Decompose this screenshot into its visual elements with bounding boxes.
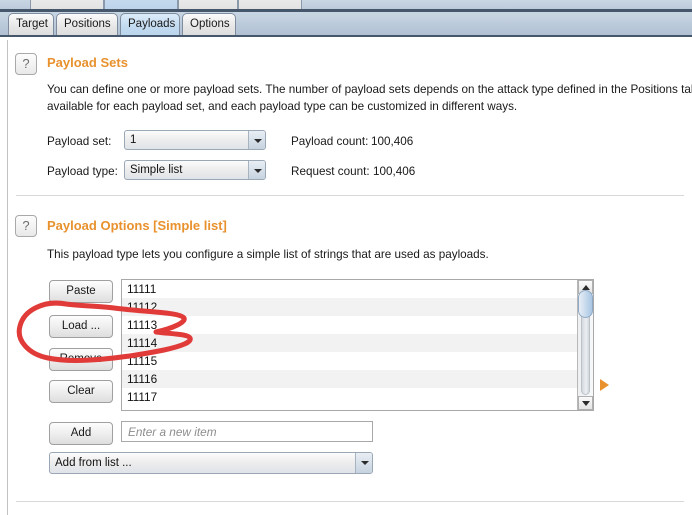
orange-triangle-marker-icon: [600, 379, 609, 391]
payload-sets-title: Payload Sets: [47, 55, 128, 70]
payload-options-description: This payload type lets you configure a s…: [47, 248, 489, 261]
chevron-down-icon[interactable]: [248, 161, 265, 179]
payload-list-item[interactable]: 11113: [122, 316, 593, 334]
payload-list-item[interactable]: 11116: [122, 370, 593, 388]
payload-set-label: Payload set:: [47, 135, 112, 148]
section-divider-2: [16, 501, 684, 502]
payload-options-title: Payload Options [Simple list]: [47, 218, 227, 233]
tab-bar-underline: [0, 35, 692, 37]
tab-positions[interactable]: Positions: [56, 13, 118, 36]
load-button[interactable]: Load ...: [49, 315, 113, 338]
remove-button[interactable]: Remove: [49, 348, 113, 371]
add-from-list-dropdown[interactable]: Add from list ...: [49, 452, 373, 474]
content-frame: ? Payload Sets You can define one or mor…: [7, 40, 692, 515]
scrollbar-thumb[interactable]: [578, 290, 593, 318]
payload-list-item[interactable]: 11112: [122, 298, 593, 316]
payload-list-item[interactable]: 11115: [122, 352, 593, 370]
request-count-value: 100,406: [373, 165, 416, 178]
clear-button[interactable]: Clear: [49, 380, 113, 403]
tab-options[interactable]: Options: [182, 13, 236, 36]
request-count-label: Request count:: [291, 165, 370, 178]
payload-count-label: Payload count:: [291, 135, 369, 148]
tab-target[interactable]: Target: [8, 13, 54, 36]
payload-set-value: 1: [130, 134, 137, 146]
payload-type-value: Simple list: [130, 164, 183, 176]
payload-list-item[interactable]: 11114: [122, 334, 593, 352]
payload-sets-description-line1: You can define one or more payload sets.…: [47, 83, 692, 96]
burp-intruder-payloads-screen: Target Positions Payloads Options ? Payl…: [0, 0, 692, 515]
scroll-down-arrow-icon[interactable]: [578, 396, 593, 410]
payload-options-help-icon[interactable]: ?: [15, 215, 37, 237]
payload-sets-description-line2: available for each payload set, and each…: [47, 100, 518, 113]
new-item-input[interactable]: [121, 421, 373, 442]
add-from-list-value: Add from list ...: [55, 457, 132, 469]
chevron-down-icon[interactable]: [248, 131, 265, 149]
payload-count-value: 100,406: [371, 135, 414, 148]
chevron-down-icon[interactable]: [355, 453, 372, 473]
payload-type-dropdown[interactable]: Simple list: [124, 160, 266, 180]
payload-sets-help-icon[interactable]: ?: [15, 53, 37, 75]
tab-bar: Target Positions Payloads Options: [0, 12, 692, 37]
payload-set-dropdown[interactable]: 1: [124, 130, 266, 150]
payload-list[interactable]: 11111 11112 11113 11114 11115 11116 11117: [121, 279, 594, 411]
payload-list-item[interactable]: 11111: [122, 280, 593, 298]
add-button[interactable]: Add: [49, 422, 113, 445]
paste-button[interactable]: Paste: [49, 280, 113, 303]
payload-list-rows: 11111 11112 11113 11114 11115 11116 11117: [122, 280, 593, 406]
tab-payloads[interactable]: Payloads: [120, 13, 180, 36]
section-divider-1: [16, 195, 684, 196]
payload-list-item[interactable]: 11117: [122, 388, 593, 406]
payload-type-label: Payload type:: [47, 165, 118, 178]
payload-list-scrollbar[interactable]: [577, 280, 593, 410]
